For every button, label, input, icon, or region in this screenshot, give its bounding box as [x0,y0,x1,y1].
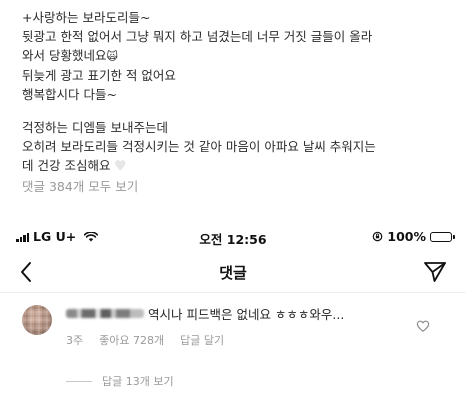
view-all-comments-link[interactable]: 댓글 384개 모두 보기 [22,177,452,196]
replies-divider [66,380,92,382]
comment-text: 역시나 피드백은 없네요 ㅎㅎㅎ와우... [148,307,345,322]
status-right: 100% [372,229,455,244]
caption-gap [22,104,452,118]
caption-line: 오히려 보라도리들 걱정시키는 것 같아 마음이 아파요 날씨 추워지는 [22,139,376,154]
caption-line: 뒷광고 한적 없어서 그냥 뭐지 하고 넘겼는데 너무 거짓 글들이 올라 [22,29,373,44]
caption-line-text: 와서 당황했네요 [22,48,107,63]
send-button[interactable] [422,259,448,285]
page-title: 댓글 [219,264,247,282]
status-bar: LG U+ 오전 12:56 100% [0,226,466,248]
caption-line: 뒤늦게 광고 표기한 적 없어요 [22,68,176,83]
caption-line: 와서 당황했네요🙀 [22,46,452,66]
white-heart-emoji-icon [114,157,126,176]
nav-bar: 댓글 [0,252,466,293]
comment-body: 역시나 피드백은 없네요 ㅎㅎㅎ와우... 3주 좋아요 728개 답글 달기 [66,304,396,348]
comment-item: 역시나 피드백은 없네요 ㅎㅎㅎ와우... 3주 좋아요 728개 답글 달기 [0,298,466,358]
caption-line-text: 데 건강 조심해요 [22,158,111,173]
screenshot-page: +사랑하는 보라도리들~ 뒷광고 한적 없어서 그냥 뭐지 하고 넘겼는데 너무… [0,0,466,412]
battery-percent: 100% [387,229,426,244]
comment-likes-count[interactable]: 좋아요 728개 [99,332,164,348]
comment-time: 3주 [66,334,84,347]
view-replies-label: 답글 13개 보기 [102,375,174,388]
caption-line: 행복합시다 다들~ [22,87,117,102]
caption-line: 데 건강 조심해요 [22,156,452,176]
username-blurred[interactable] [66,309,144,318]
avatar[interactable] [22,305,52,335]
caption-line: 걱정하는 디엠들 보내주는데 [22,120,168,135]
post-caption: +사랑하는 보라도리들~ 뒷광고 한적 없어서 그냥 뭐지 하고 넘겼는데 너무… [22,8,452,196]
comment-meta: 3주 좋아요 728개 답글 달기 [66,332,396,348]
paper-plane-icon [424,262,446,282]
heart-outline-icon[interactable] [416,319,430,333]
comment-text-row: 역시나 피드백은 없네요 ㅎㅎㅎ와우... [66,304,396,323]
view-replies-link[interactable]: 답글 13개 보기 [66,373,174,389]
reply-button[interactable]: 답글 달기 [180,332,224,348]
surprised-cat-emoji-icon: 🙀 [106,50,118,63]
caption-line: +사랑하는 보라도리들~ [22,10,151,25]
battery-icon [430,231,455,242]
rotation-lock-icon [373,231,383,242]
